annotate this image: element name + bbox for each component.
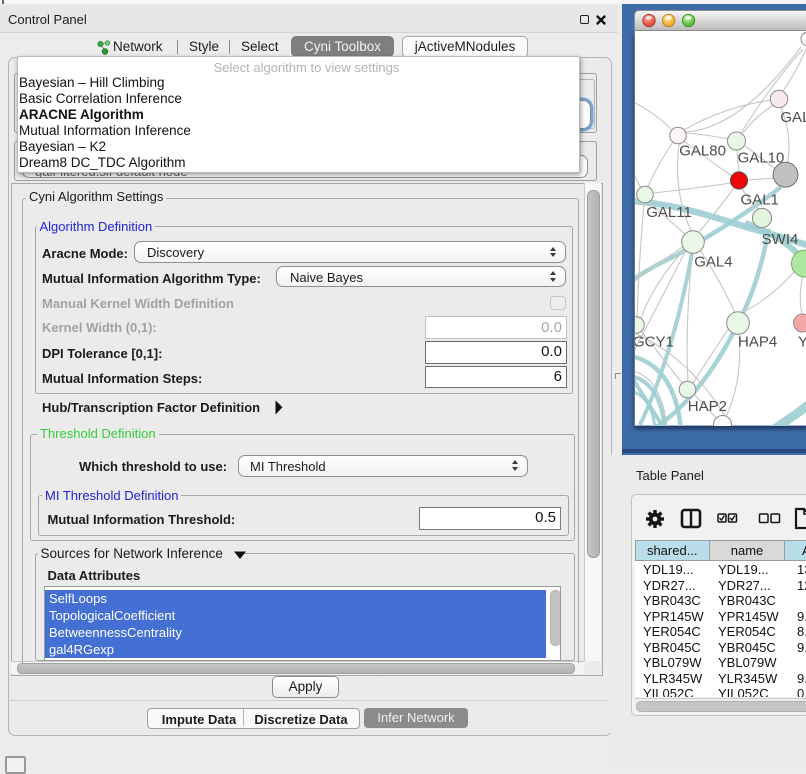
svg-text:GAL80: GAL80 — [679, 143, 726, 160]
svg-text:SWI4: SWI4 — [762, 231, 799, 248]
svg-text:HAP2: HAP2 — [688, 398, 727, 415]
svg-text:GAL10: GAL10 — [738, 150, 785, 167]
svg-text:GAL1: GAL1 — [741, 192, 779, 209]
svg-text:GCY1: GCY1 — [634, 334, 674, 351]
svg-text:GAL11: GAL11 — [646, 204, 692, 221]
svg-text:GAL4: GAL4 — [694, 254, 732, 271]
svg-text:Y: Y — [798, 334, 806, 351]
svg-text:HAP4: HAP4 — [738, 334, 777, 351]
svg-text:GAL7: GAL7 — [780, 109, 806, 126]
